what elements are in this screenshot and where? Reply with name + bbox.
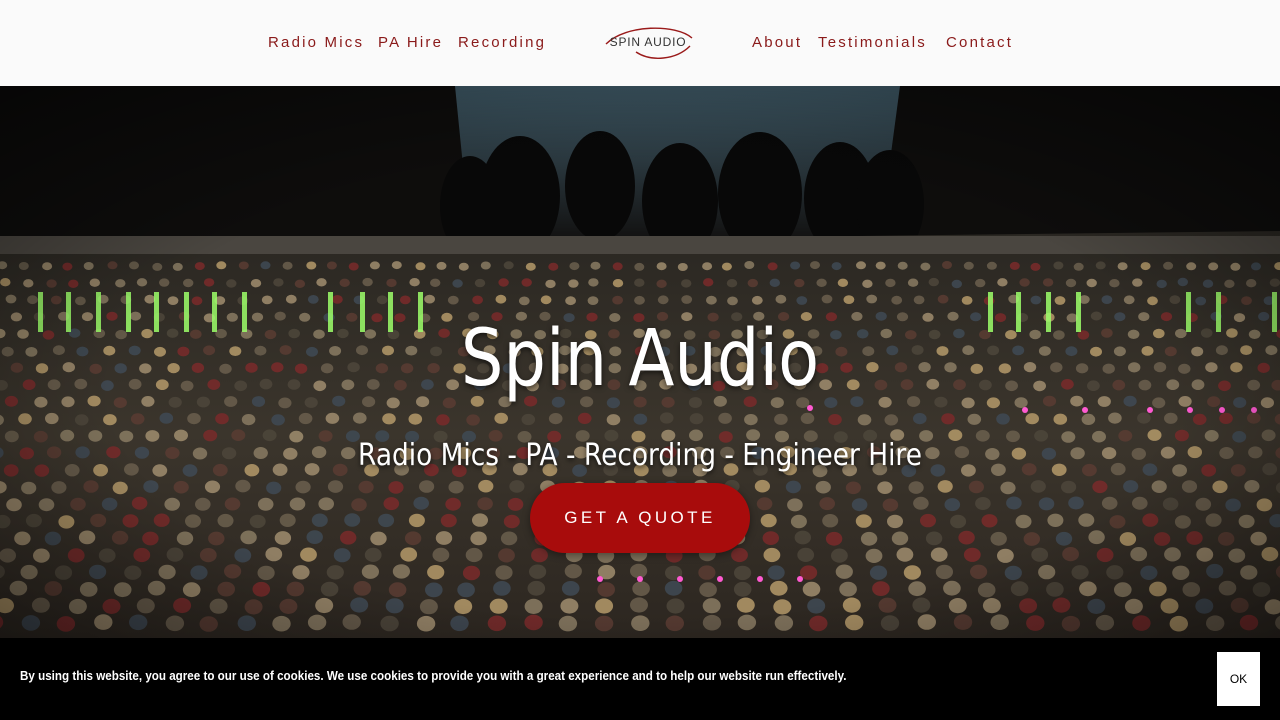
nav-about[interactable]: About	[752, 33, 802, 53]
site-header: Radio Mics PA Hire Recording SPIN AUDIO …	[0, 0, 1280, 86]
nav-contact[interactable]: Contact	[946, 33, 1013, 53]
nav-radio-mics[interactable]: Radio Mics	[268, 33, 364, 53]
hero-subtitle: Radio Mics - PA - Recording - Engineer H…	[358, 438, 922, 473]
nav-recording[interactable]: Recording	[458, 33, 546, 53]
hero-section: Spin Audio Radio Mics - PA - Recording -…	[0, 86, 1280, 638]
cookie-banner-text: By using this website, you agree to our …	[20, 669, 847, 683]
cookie-banner: By using this website, you agree to our …	[0, 638, 1280, 720]
get-a-quote-button[interactable]: GET A QUOTE	[530, 483, 750, 553]
logo-text: SPIN AUDIO	[609, 35, 687, 49]
hero-title: Spin Audio	[460, 314, 820, 405]
cookie-accept-button[interactable]: OK	[1217, 652, 1260, 706]
nav-testimonials[interactable]: Testimonials	[818, 33, 927, 53]
site-logo[interactable]: SPIN AUDIO	[596, 24, 700, 62]
nav-pa-hire[interactable]: PA Hire	[378, 33, 443, 53]
